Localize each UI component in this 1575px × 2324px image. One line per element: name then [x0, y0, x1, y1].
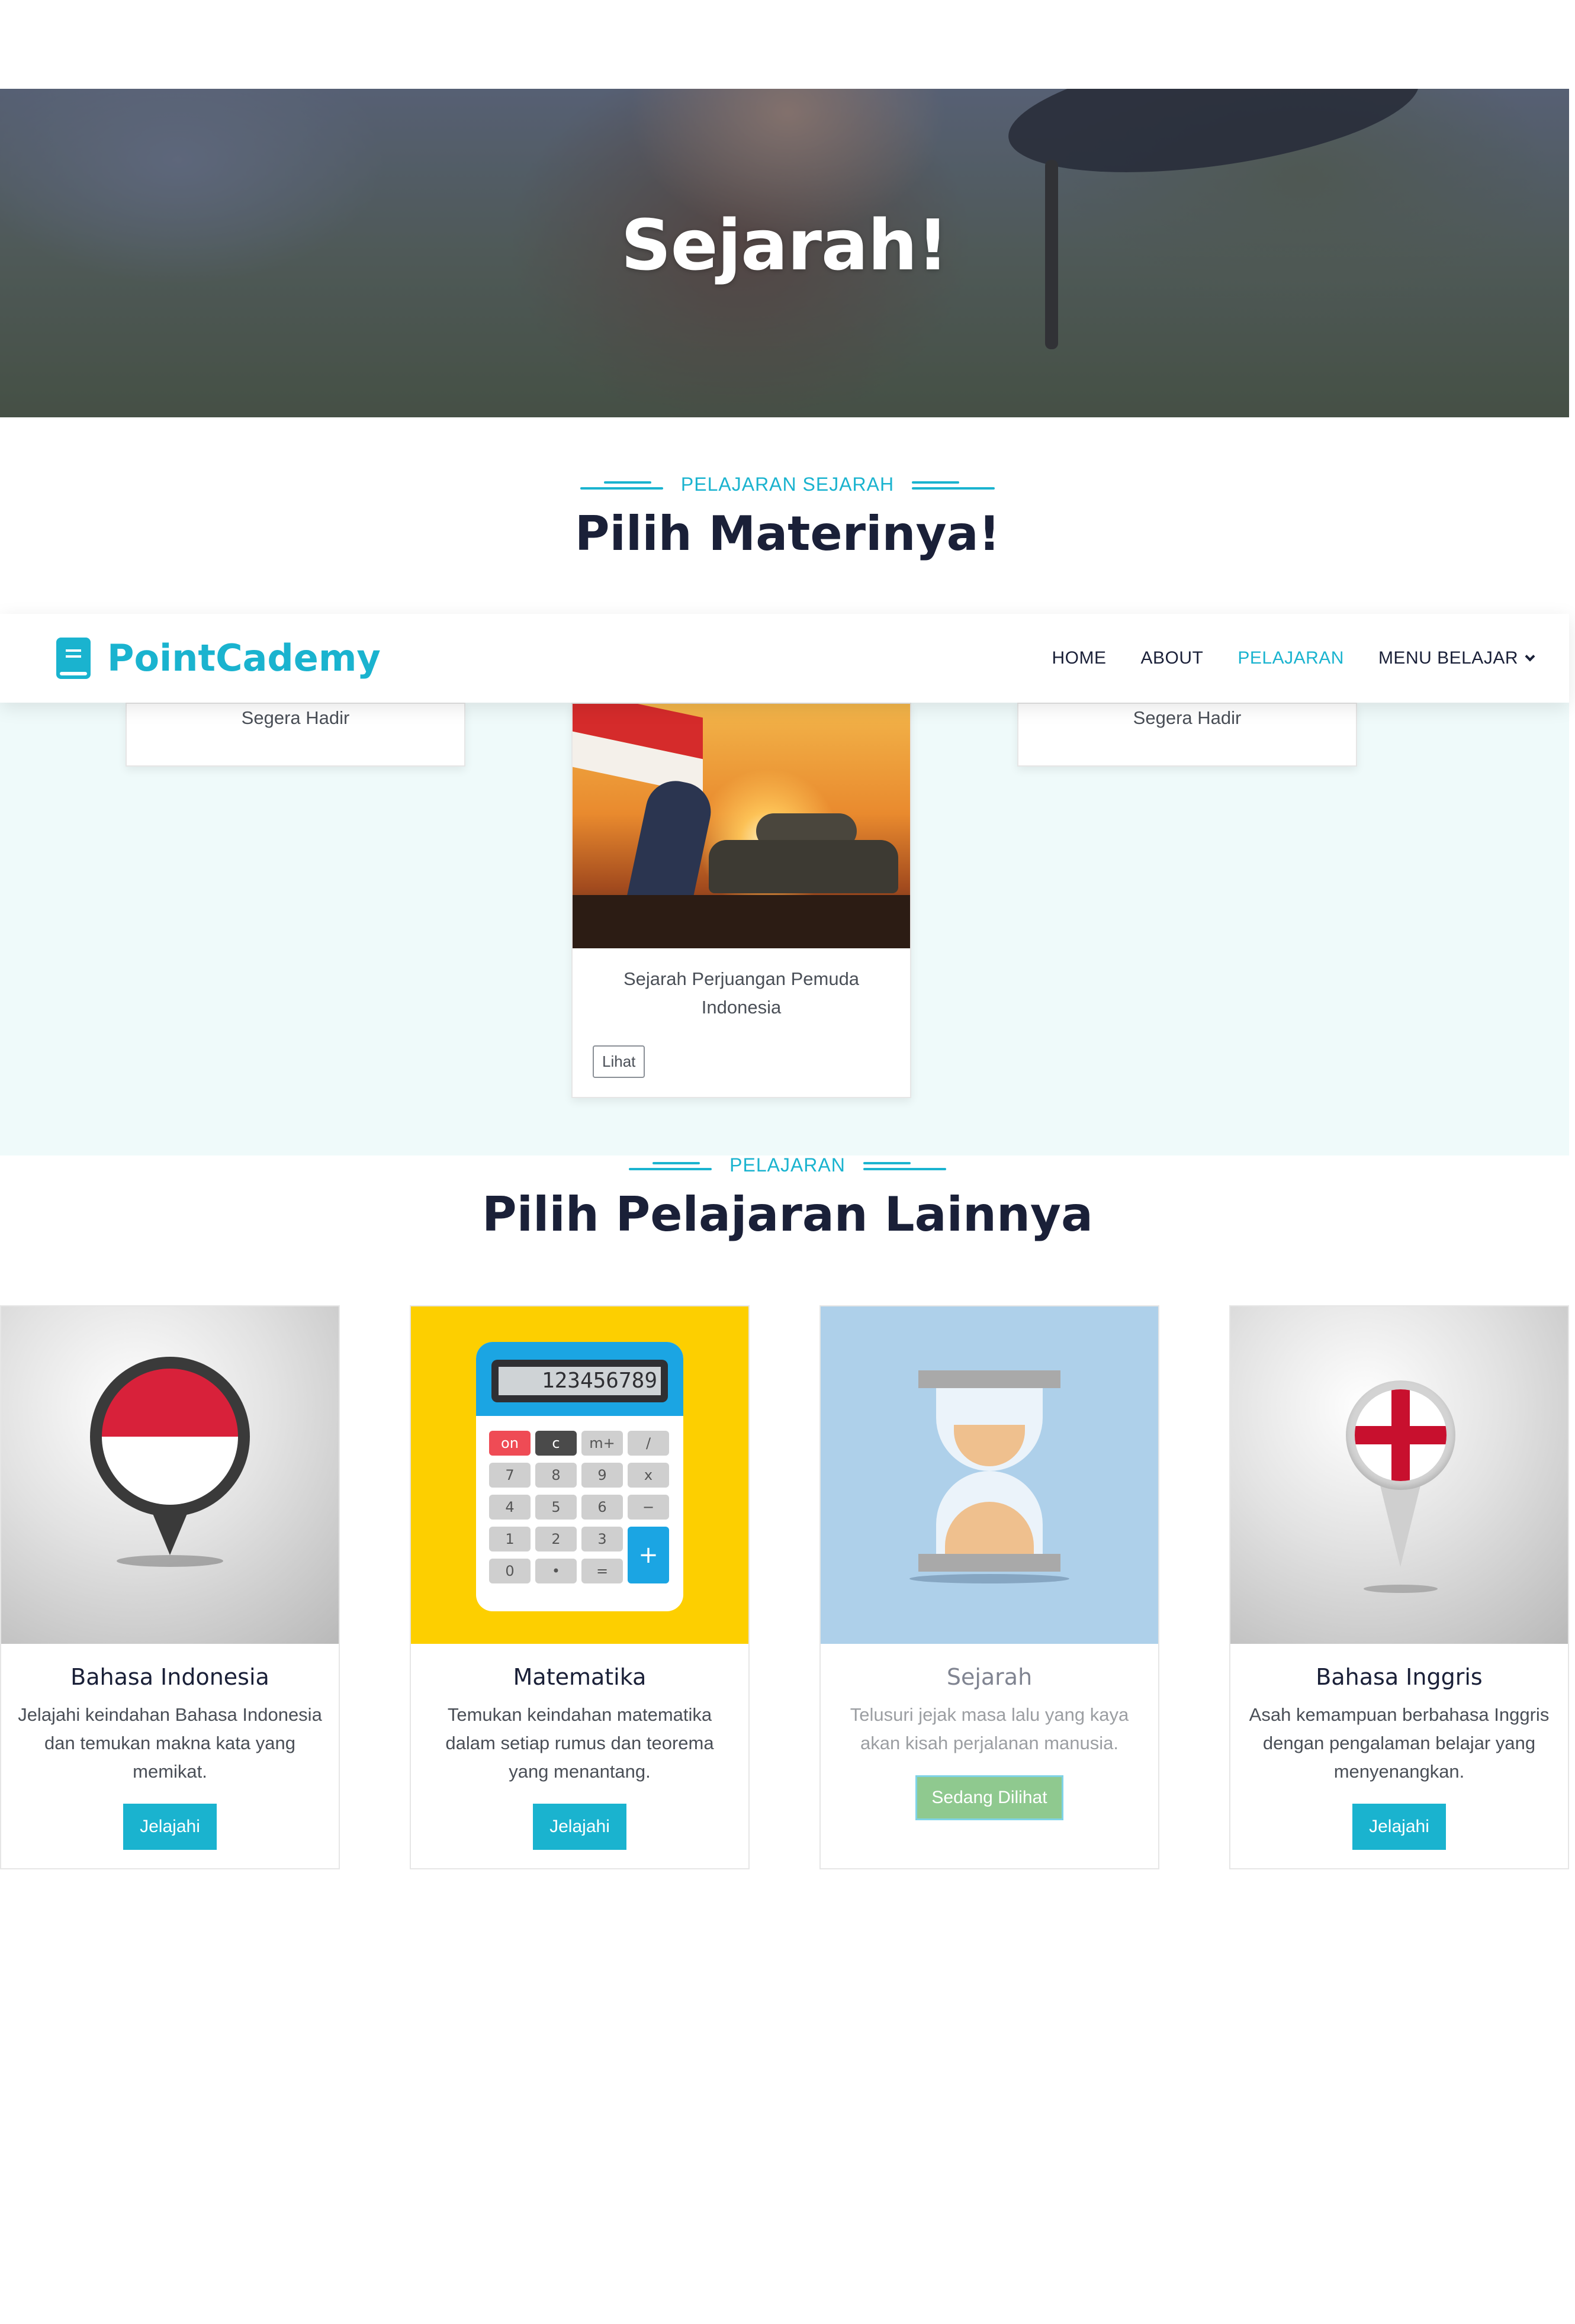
lihat-button[interactable]: Lihat	[593, 1045, 645, 1078]
heading-decoration-left	[629, 1160, 712, 1171]
nav-item-home[interactable]: HOME	[1052, 648, 1107, 668]
chevron-down-icon	[1525, 651, 1535, 662]
jelajahi-button[interactable]: Jelajahi	[533, 1804, 626, 1850]
calc-key: 2	[535, 1527, 577, 1552]
calculator-keys: on c m+ / 7 8 9 x 4 5 6 − 1 2 3 + 0 • =	[489, 1431, 669, 1583]
calculator-display: 123456789	[499, 1367, 661, 1395]
calc-key: +	[628, 1527, 669, 1583]
ground	[573, 895, 910, 948]
jelajahi-button[interactable]: Jelajahi	[123, 1804, 217, 1850]
pin-shadow	[117, 1555, 223, 1567]
calc-key: •	[535, 1559, 577, 1583]
calc-key: /	[628, 1431, 669, 1456]
nav-item-about[interactable]: ABOUT	[1141, 648, 1204, 668]
course-title: Matematika	[513, 1664, 647, 1690]
calculator: 123456789 on c m+ / 7 8 9 x 4 5 6 − 1 2 …	[476, 1342, 683, 1611]
materi-card-text: Segera Hadir	[1133, 707, 1242, 728]
hourglass-shadow	[909, 1574, 1069, 1583]
materi-card-text: Sejarah Perjuangan Pemuda Indonesia	[623, 968, 860, 1018]
calc-key: 5	[535, 1495, 577, 1520]
hero-title: Sejarah!	[621, 204, 949, 286]
brand-name: PointCademy	[107, 636, 381, 680]
brand-logo[interactable]: PointCademy	[56, 636, 381, 680]
heading-decoration-right	[912, 479, 995, 491]
materi-section-heading: PELAJARAN SEJARAH Pilih Materinya!	[0, 474, 1575, 561]
jelajahi-button[interactable]: Jelajahi	[1352, 1804, 1446, 1850]
england-flag	[1355, 1389, 1447, 1481]
pin-shadow	[1364, 1585, 1438, 1593]
indonesia-flag	[102, 1369, 238, 1505]
course-description: Telusuri jejak masa lalu yang kaya akan …	[850, 1704, 1129, 1753]
course-description: Jelajahi keindahan Bahasa Indonesia dan …	[18, 1704, 322, 1782]
tank-body	[709, 840, 898, 893]
calc-key: 7	[489, 1463, 531, 1488]
calc-key: −	[628, 1495, 669, 1520]
nav-menu: HOME ABOUT PELAJARAN MENU BELAJAR	[1052, 614, 1535, 703]
calc-key: 3	[581, 1527, 623, 1552]
calc-key: 8	[535, 1463, 577, 1488]
course-card-sejarah: Sejarah Telusuri jejak masa lalu yang ka…	[819, 1305, 1159, 1869]
lainnya-section-heading: PELAJARAN Pilih Pelajaran Lainnya	[0, 1154, 1575, 1242]
calc-key: x	[628, 1463, 669, 1488]
hourglass-cap-top	[918, 1370, 1060, 1388]
hourglass-icon	[821, 1306, 1158, 1644]
materi-card-image	[573, 704, 910, 948]
calc-key: 1	[489, 1527, 531, 1552]
section-subtitle: PELAJARAN	[729, 1154, 846, 1176]
nav-item-menu-belajar[interactable]: MENU BELAJAR	[1378, 648, 1535, 668]
navbar: PointCademy HOME ABOUT PELAJARAN MENU BE…	[0, 614, 1569, 703]
currently-viewing-button: Sedang Dilihat	[915, 1775, 1063, 1820]
book-icon	[56, 637, 91, 679]
course-title: Sejarah	[946, 1664, 1033, 1690]
calc-key: c	[535, 1431, 577, 1456]
course-description: Asah kemampuan berbahasa Inggris dengan …	[1249, 1704, 1550, 1782]
course-description: Temukan keindahan matematika dalam setia…	[445, 1704, 714, 1782]
indonesia-pin-icon	[1, 1306, 339, 1644]
calc-key: 9	[581, 1463, 623, 1488]
materi-card-coming-soon: Segera Hadir	[1017, 703, 1357, 767]
calc-key: 6	[581, 1495, 623, 1520]
course-card-bahasa-indonesia: Bahasa Indonesia Jelajahi keindahan Baha…	[0, 1305, 340, 1869]
course-title: Bahasa Inggris	[1316, 1664, 1483, 1690]
calculator-icon: 123456789 on c m+ / 7 8 9 x 4 5 6 − 1 2 …	[411, 1306, 748, 1644]
materi-card-coming-soon: Segera Hadir	[126, 703, 465, 767]
calc-key: =	[581, 1559, 623, 1583]
heading-decoration-left	[580, 479, 663, 491]
materi-card-featured: Sejarah Perjuangan Pemuda Indonesia Liha…	[571, 703, 911, 1098]
nav-item-menu-belajar-label: MENU BELAJAR	[1378, 648, 1518, 668]
section-title: Pilih Pelajaran Lainnya	[481, 1187, 1094, 1242]
calc-key: on	[489, 1431, 531, 1456]
materi-card-text: Segera Hadir	[241, 707, 350, 728]
section-title: Pilih Materinya!	[574, 506, 1001, 561]
calc-key: 0	[489, 1559, 531, 1583]
course-card-bahasa-inggris: Bahasa Inggris Asah kemampuan berbahasa …	[1229, 1305, 1569, 1869]
calc-key: 4	[489, 1495, 531, 1520]
course-title: Bahasa Indonesia	[70, 1664, 269, 1690]
course-card-matematika: 123456789 on c m+ / 7 8 9 x 4 5 6 − 1 2 …	[410, 1305, 750, 1869]
nav-item-pelajaran[interactable]: PELAJARAN	[1238, 648, 1344, 668]
hero-banner: Sejarah!	[0, 89, 1569, 417]
england-pin-icon	[1230, 1306, 1568, 1644]
hourglass-cap-bottom	[918, 1554, 1060, 1572]
section-subtitle: PELAJARAN SEJARAH	[680, 474, 895, 495]
heading-decoration-right	[863, 1160, 946, 1171]
calc-key: m+	[581, 1431, 623, 1456]
